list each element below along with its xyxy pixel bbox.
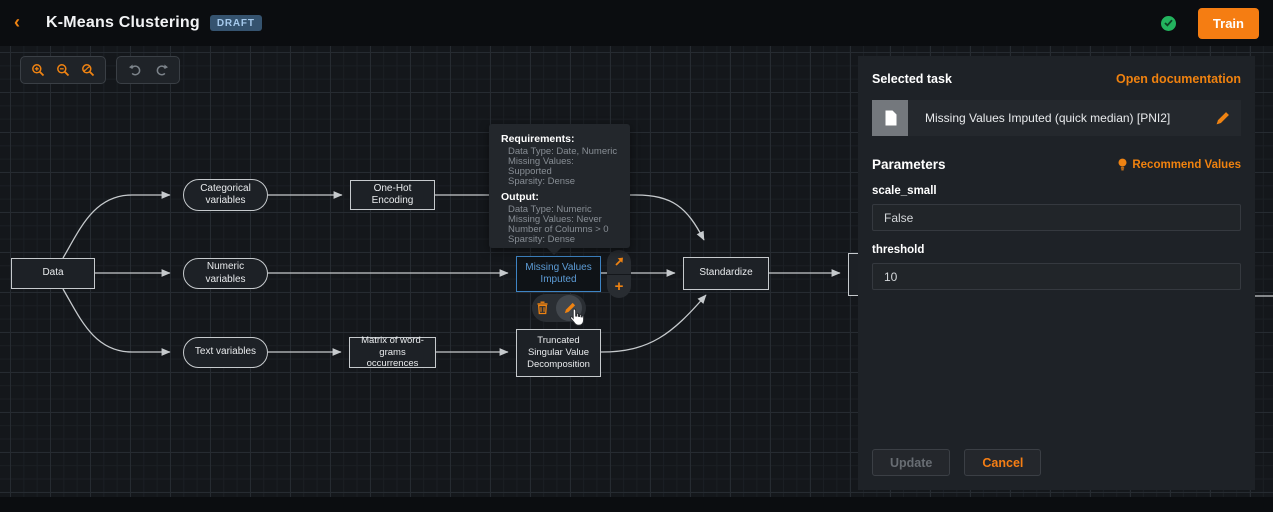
back-button[interactable]: ‹ — [14, 13, 34, 34]
tooltip-output-title: Output: — [501, 191, 620, 203]
magnifier-minus-icon — [56, 63, 70, 77]
task-name: Missing Values Imputed (quick median) [P… — [908, 111, 1204, 125]
magnifier-plus-icon — [31, 63, 45, 77]
edit-task-button[interactable] — [1204, 111, 1241, 126]
connect-node-button[interactable] — [607, 250, 631, 274]
document-icon — [872, 100, 908, 136]
plus-icon: + — [615, 279, 624, 294]
redo-button[interactable] — [150, 58, 173, 82]
magnifier-reset-icon — [81, 63, 95, 77]
redo-icon — [155, 63, 169, 77]
threshold-input[interactable] — [872, 263, 1241, 290]
panel-title: Selected task — [872, 72, 952, 86]
node-truncated-svd[interactable]: Truncated Singular Value Decomposition — [516, 329, 601, 377]
lightbulb-icon — [1117, 158, 1128, 171]
node-action-pill: + — [607, 250, 631, 298]
node-one-hot-encoding[interactable]: One-Hot Encoding — [350, 180, 435, 210]
zoom-toolbar — [20, 56, 106, 84]
app-header: ‹ K-Means Clustering DRAFT Train — [0, 0, 1273, 46]
zoom-in-button[interactable] — [27, 58, 48, 82]
hand-cursor — [566, 306, 588, 330]
trash-icon — [536, 301, 549, 315]
param-label-scale-small: scale_small — [872, 185, 1241, 197]
undo-button[interactable] — [123, 58, 146, 82]
node-standardize[interactable]: Standardize — [683, 257, 769, 290]
check-circle-icon — [1161, 16, 1176, 31]
node-requirements-tooltip: Requirements: Data Type: Date, Numeric M… — [489, 124, 630, 248]
status-badge: DRAFT — [210, 15, 262, 31]
task-row: Missing Values Imputed (quick median) [P… — [872, 100, 1241, 136]
history-toolbar — [116, 56, 180, 84]
page-title: K-Means Clustering — [46, 14, 200, 32]
node-categorical-variables[interactable]: Categorical variables — [183, 179, 268, 211]
undo-icon — [128, 63, 142, 77]
delete-node-button[interactable] — [536, 301, 549, 315]
footer-strip — [0, 497, 1273, 512]
zoom-reset-button[interactable] — [78, 58, 99, 82]
param-label-threshold: threshold — [872, 244, 1241, 256]
node-numeric-variables[interactable]: Numeric variables — [183, 258, 268, 289]
cancel-button[interactable]: Cancel — [964, 449, 1041, 476]
arrow-up-right-icon — [613, 256, 625, 268]
node-text-variables[interactable]: Text variables — [183, 337, 268, 368]
open-documentation-link[interactable]: Open documentation — [1116, 72, 1241, 86]
tooltip-requirements-title: Requirements: — [501, 133, 620, 145]
add-node-button[interactable]: + — [607, 274, 631, 299]
node-data[interactable]: Data — [11, 258, 95, 289]
train-button[interactable]: Train — [1198, 8, 1259, 39]
update-button[interactable]: Update — [872, 449, 950, 476]
selected-task-panel: Selected task Open documentation Missing… — [858, 56, 1255, 490]
parameters-title: Parameters — [872, 157, 946, 172]
recommend-values-link[interactable]: Recommend Values — [1117, 158, 1241, 171]
node-toolbar — [532, 294, 586, 322]
zoom-out-button[interactable] — [52, 58, 73, 82]
pencil-icon — [1215, 111, 1230, 126]
scale-small-input[interactable] — [872, 204, 1241, 231]
node-matrix-word-grams[interactable]: Matrix of word-grams occurrences — [349, 337, 436, 368]
